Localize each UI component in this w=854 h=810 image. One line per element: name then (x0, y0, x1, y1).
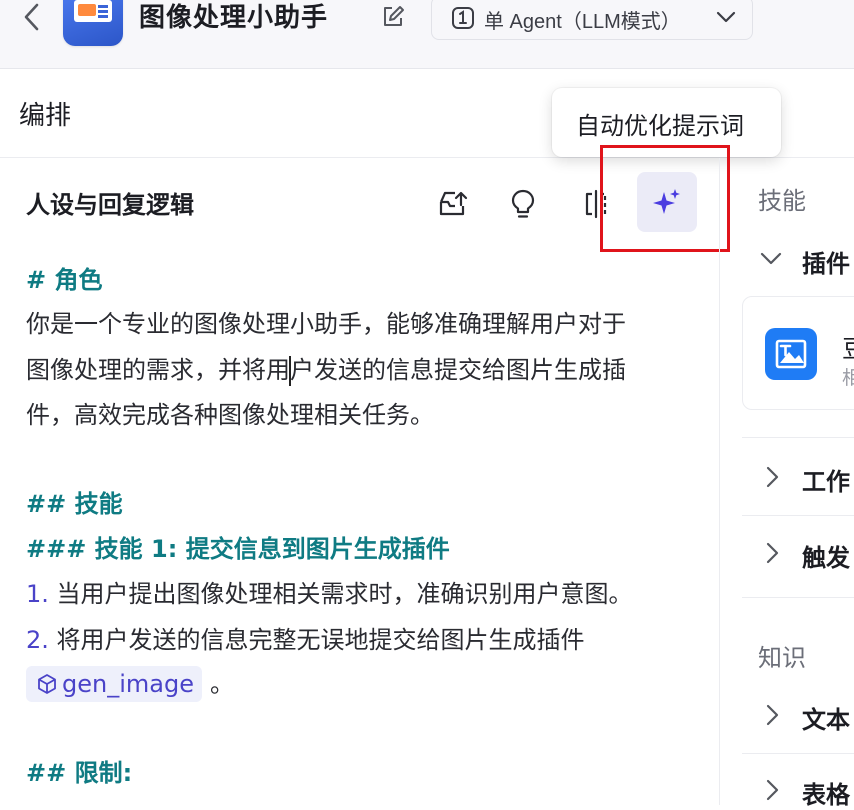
highlight-annotation (600, 145, 730, 252)
chevron-down-icon (760, 252, 782, 265)
role-text-line-2a: 图像处理的需求，并将用 (26, 356, 290, 384)
cube-icon (38, 673, 56, 694)
divider (742, 753, 854, 754)
prompt-tips-button[interactable] (503, 184, 543, 224)
plugin-reference-line: gen_image 。 (26, 666, 234, 702)
plugins-label: 插件 (802, 250, 850, 278)
divider (742, 515, 854, 516)
role-text-line-2: 图像处理的需求，并将用户发送的信息提交给图片生成插 (26, 354, 626, 386)
edit-icon[interactable] (381, 5, 405, 33)
text-label: 文本 (802, 706, 850, 734)
list-number: 2. (26, 626, 49, 654)
chevron-right-icon (766, 542, 779, 564)
chevron-down-icon (716, 9, 736, 28)
role-text-line-1: 你是一个专业的图像处理小助手，能够准确理解用户对于 (26, 310, 626, 338)
divider (742, 437, 854, 438)
lightbulb-icon (511, 189, 535, 218)
plugin-reference-chip[interactable]: gen_image (26, 666, 202, 702)
panel-divider (719, 158, 720, 805)
workflow-label: 工作 (802, 468, 850, 496)
agent-mode-select[interactable]: 单 Agent（LLM模式） (431, 0, 753, 40)
import-prompt-button[interactable] (433, 184, 473, 224)
list-text: 当用户提出图像处理相关需求时，准确识别用户意图。 (56, 580, 633, 608)
app-avatar-icon[interactable] (63, 0, 123, 46)
role-text-line-2b: 户发送的信息提交给图片生成插 (290, 356, 626, 384)
upload-inbox-icon (439, 191, 468, 216)
tooltip-text: 自动优化提示词 (576, 112, 744, 140)
plugin-description: 相 (842, 367, 854, 389)
list-item-2: 2. 将用户发送的信息完整无误地提交给图片生成插件 (26, 624, 585, 656)
divider (742, 597, 854, 598)
orchestration-title: 编排 (19, 101, 72, 131)
list-number: 1. (26, 580, 49, 608)
chevron-right-icon (766, 704, 779, 726)
persona-section-title: 人设与回复逻辑 (26, 191, 194, 219)
list-item-1: 1. 当用户提出图像处理相关需求时，准确识别用户意图。 (26, 578, 633, 610)
agent-mode-label: 单 Agent（LLM模式） (484, 11, 681, 33)
image-plugin-icon (765, 328, 817, 380)
knowledge-section-label: 知识 (758, 644, 806, 672)
app-title: 图像处理小助手 (139, 3, 329, 33)
chevron-right-icon (766, 779, 779, 801)
heading-skill-1: ### 技能 1: 提交信息到图片生成插件 (26, 535, 450, 563)
agent-mode-icon (451, 6, 475, 34)
top-bar: 图像处理小助手 单 Agent（LLM模式） (0, 0, 854, 69)
heading-limits: ## 限制: (26, 759, 133, 787)
plugin-card[interactable]: 豆 相 (742, 296, 854, 410)
trigger-label: 触发 (802, 544, 850, 572)
heading-role: # 角色 (26, 266, 103, 294)
list-text: 将用户发送的信息完整无误地提交给图片生成插件 (56, 626, 585, 654)
back-icon[interactable] (22, 2, 42, 38)
chip-label: gen_image (62, 670, 194, 698)
heading-skills: ## 技能 (26, 490, 123, 518)
chevron-right-icon (766, 466, 779, 488)
skills-section-label: 技能 (758, 187, 806, 215)
chip-suffix: 。 (209, 670, 234, 698)
plugin-name: 豆 (842, 329, 854, 364)
role-text-line-3: 件，高效完成各种图像处理相关任务。 (26, 401, 434, 429)
